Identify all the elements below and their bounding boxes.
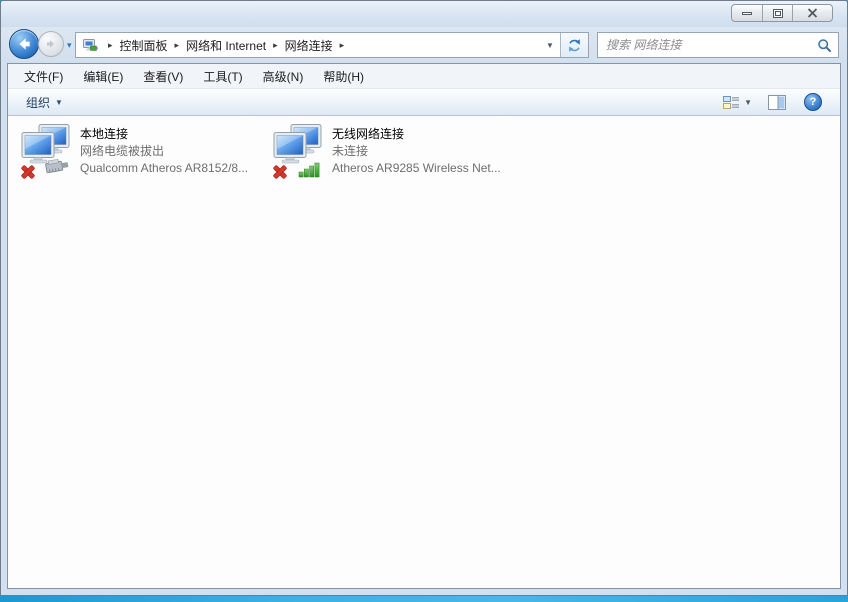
breadcrumb-network-connections[interactable]: 网络连接 <box>285 37 333 54</box>
connection-device: Atheros AR9285 Wireless Net... <box>332 161 501 175</box>
refresh-button[interactable] <box>560 33 588 57</box>
ethernet-connection-icon <box>21 124 70 179</box>
maximize-icon <box>772 8 783 18</box>
connection-device: Qualcomm Atheros AR8152/8... <box>80 161 249 175</box>
menu-view[interactable]: 查看(V) <box>133 68 193 85</box>
refresh-icon <box>569 38 580 52</box>
connection-name[interactable]: 无线网络连接 <box>332 126 501 143</box>
client-area: 文件(F) 编辑(E) 查看(V) 工具(T) 高级(N) 帮助(H) 组织 ▼ <box>7 63 841 589</box>
connection-text: 本地连接 网络电缆被拔出 Qualcomm Atheros AR8152/8..… <box>80 124 248 186</box>
chevron-down-icon[interactable]: ▼ <box>744 98 752 107</box>
connection-text: 无线网络连接 未连接 Atheros AR9285 Wireless Net..… <box>332 124 501 186</box>
toolbar-right-group: ▼ ? <box>719 91 840 113</box>
connection-status: 网络电缆被拔出 <box>80 144 165 158</box>
chevron-down-icon: ▼ <box>55 97 63 107</box>
breadcrumb-separator-icon[interactable]: ▸ <box>333 40 352 51</box>
breadcrumb-network-internet[interactable]: 网络和 Internet <box>186 37 266 54</box>
search-box <box>597 32 839 58</box>
forward-button[interactable] <box>38 31 64 57</box>
close-icon <box>807 8 818 18</box>
maximize-button[interactable] <box>762 5 792 21</box>
search-icon[interactable] <box>817 38 832 53</box>
preview-pane-icon <box>768 94 786 110</box>
menu-edit[interactable]: 编辑(E) <box>73 68 133 85</box>
views-icon <box>723 95 740 109</box>
connection-status: 未连接 <box>332 144 369 158</box>
organize-button[interactable]: 组织 ▼ <box>18 91 71 114</box>
navigation-bar: ▾ ▸ 控制面板 ▸ 网络和 Internet ▸ 网络连接 ▸ ▼ <box>1 27 847 63</box>
breadcrumb-separator-icon[interactable]: ▸ <box>266 40 285 51</box>
back-arrow-icon <box>19 37 30 51</box>
folder-content[interactable]: 本地连接 网络电缆被拔出 Qualcomm Atheros AR8152/8..… <box>8 116 840 588</box>
menu-file[interactable]: 文件(F) <box>14 68 73 85</box>
close-button[interactable] <box>792 5 832 21</box>
search-input[interactable] <box>598 38 817 52</box>
command-toolbar: 组织 ▼ ▼ ? <box>8 89 840 116</box>
title-bar[interactable] <box>1 1 847 27</box>
connection-item-wireless[interactable]: 无线网络连接 未连接 Atheros AR9285 Wireless Net..… <box>272 124 518 186</box>
address-dropdown-icon[interactable]: ▼ <box>540 41 560 50</box>
change-view-button[interactable]: ▼ <box>719 92 756 113</box>
connection-item-local[interactable]: 本地连接 网络电缆被拔出 Qualcomm Atheros AR8152/8..… <box>20 124 266 186</box>
minimize-button[interactable] <box>732 5 762 21</box>
help-icon: ? <box>804 93 822 111</box>
breadcrumb-control-panel[interactable]: 控制面板 <box>120 37 168 54</box>
menu-help[interactable]: 帮助(H) <box>313 68 374 85</box>
location-icon <box>82 37 98 53</box>
address-bar[interactable]: ▸ 控制面板 ▸ 网络和 Internet ▸ 网络连接 ▸ ▼ <box>75 32 589 58</box>
recent-pages-dropdown[interactable]: ▾ <box>67 40 72 51</box>
connection-name[interactable]: 本地连接 <box>80 126 248 143</box>
help-button[interactable]: ? <box>798 91 828 113</box>
organize-label: 组织 <box>26 95 51 110</box>
breadcrumb-separator-icon[interactable]: ▸ <box>101 40 120 51</box>
minimize-icon <box>742 11 752 15</box>
breadcrumb-separator-icon[interactable]: ▸ <box>168 40 187 51</box>
preview-pane-button[interactable] <box>762 93 792 112</box>
caption-button-group <box>731 4 833 22</box>
menu-advanced[interactable]: 高级(N) <box>253 68 314 85</box>
menu-bar: 文件(F) 编辑(E) 查看(V) 工具(T) 高级(N) 帮助(H) <box>8 64 840 89</box>
back-button[interactable] <box>9 29 39 59</box>
wireless-connection-icon <box>273 124 322 179</box>
explorer-window: ▾ ▸ 控制面板 ▸ 网络和 Internet ▸ 网络连接 ▸ ▼ 搜索 网络… <box>0 0 848 596</box>
menu-tools[interactable]: 工具(T) <box>193 68 252 85</box>
forward-arrow-icon <box>47 40 54 48</box>
